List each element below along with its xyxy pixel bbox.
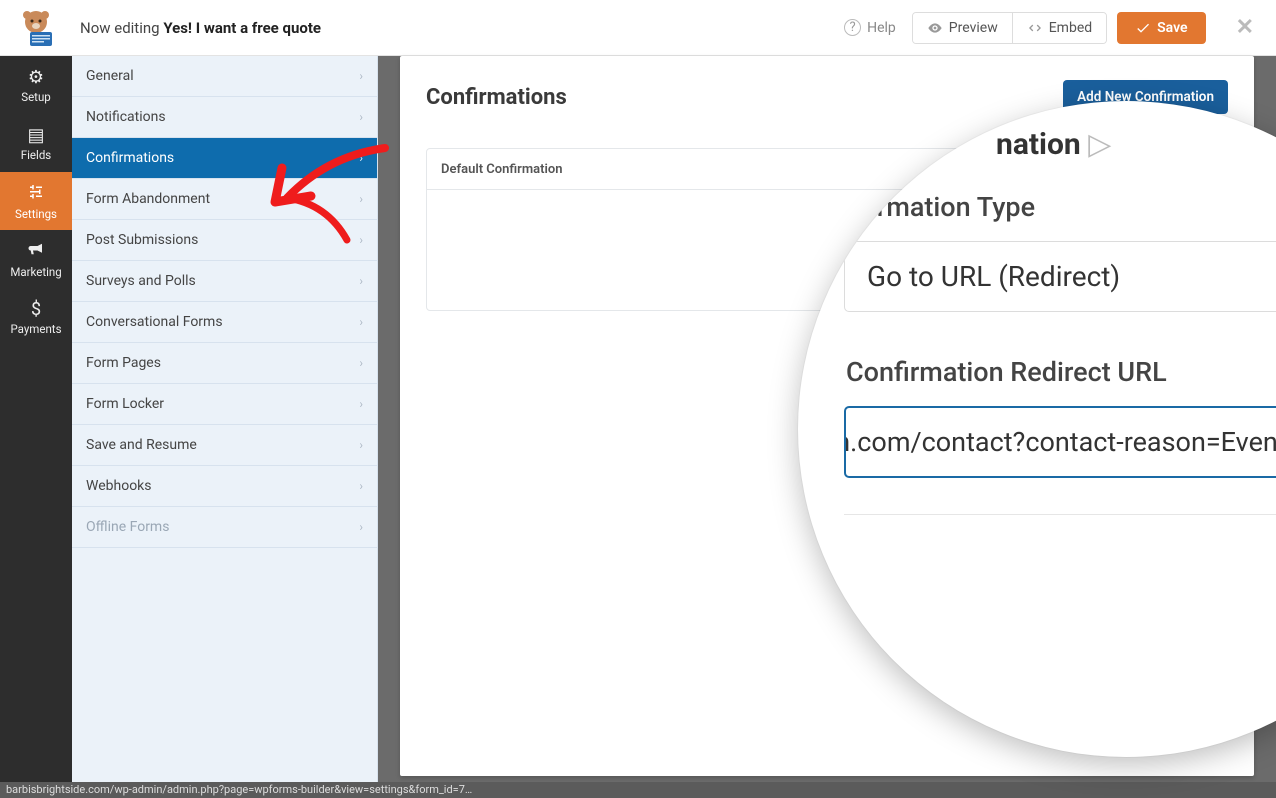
subnav-webhooks[interactable]: Webhooks› <box>72 466 377 507</box>
sliders-icon <box>26 182 46 205</box>
confirmation-url-input[interactable]: ain.com/contact?contact-reason=Events%20 <box>844 406 1276 478</box>
chevron-right-icon: › <box>359 479 363 493</box>
confirmation-url-label: Confirmation Redirect URL <box>846 356 1276 388</box>
chevron-right-icon: › <box>359 397 363 411</box>
chevron-right-icon: › <box>359 233 363 247</box>
confirmation-block-title: Default Confirmation <box>441 162 563 177</box>
preview-embed-group: Preview Embed <box>912 12 1107 44</box>
nav-fields-label: Fields <box>21 148 51 162</box>
editing-title: Now editing Yes! I want a free quote <box>80 19 321 37</box>
nav-setup-label: Setup <box>21 90 51 104</box>
nav-settings[interactable]: Settings <box>0 172 72 230</box>
main-area: Confirmations Add New Confirmation Defau… <box>378 56 1276 798</box>
nav-marketing[interactable]: Marketing <box>0 230 72 288</box>
dollar-icon: $ <box>31 299 41 320</box>
subnav-post-submissions[interactable]: Post Submissions› <box>72 220 377 261</box>
left-nav: ⚙ Setup ▤ Fields Settings Marketing $ <box>0 56 72 798</box>
magnifier-overlay: nation ▷ nfirmation Type Go to URL (Redi… <box>798 101 1276 757</box>
code-icon <box>1027 20 1043 36</box>
save-button[interactable]: Save <box>1117 12 1205 44</box>
subnav-confirmations[interactable]: Confirmations› <box>72 138 377 179</box>
help-button[interactable]: ? Help <box>844 19 896 36</box>
help-label: Help <box>867 20 896 36</box>
bullhorn-icon <box>26 240 46 263</box>
divider <box>844 514 1276 515</box>
close-button[interactable]: ✕ <box>1230 15 1260 40</box>
confirmation-type-select[interactable]: Go to URL (Redirect) <box>844 241 1276 312</box>
subnav-notifications[interactable]: Notifications› <box>72 97 377 138</box>
nav-payments[interactable]: $ Payments <box>0 288 72 346</box>
nav-fields[interactable]: ▤ Fields <box>0 114 72 172</box>
app-logo <box>16 8 56 48</box>
settings-subnav: General› Notifications› Confirmations› F… <box>72 56 378 798</box>
topbar: Now editing Yes! I want a free quote ? H… <box>0 0 1276 56</box>
preview-button[interactable]: Preview <box>913 13 1012 43</box>
save-label: Save <box>1157 20 1187 36</box>
gear-icon: ⚙ <box>28 67 44 88</box>
chevron-right-icon: › <box>359 110 363 124</box>
chevron-right-icon: › <box>359 192 363 206</box>
help-icon: ? <box>844 19 861 36</box>
confirmation-type-label: nfirmation Type <box>846 191 1276 223</box>
nav-setup[interactable]: ⚙ Setup <box>0 56 72 114</box>
eye-icon <box>927 20 943 36</box>
subnav-form-pages[interactable]: Form Pages› <box>72 343 377 384</box>
nav-settings-label: Settings <box>15 207 57 221</box>
subnav-general[interactable]: General› <box>72 56 377 97</box>
top-tools: ? Help Preview Embed Save ✕ <box>844 12 1260 44</box>
nav-payments-label: Payments <box>10 322 61 336</box>
subnav-conversational[interactable]: Conversational Forms› <box>72 302 377 343</box>
chevron-right-icon: › <box>359 438 363 452</box>
embed-label: Embed <box>1049 20 1092 36</box>
preview-label: Preview <box>949 20 998 36</box>
chevron-right-icon: › <box>359 69 363 83</box>
chevron-right-icon: › <box>359 356 363 370</box>
panel-title: Confirmations <box>426 85 567 110</box>
chevron-right-icon: › <box>359 520 363 534</box>
chevron-right-icon: › <box>359 151 363 165</box>
check-icon <box>1135 20 1151 36</box>
subnav-abandonment[interactable]: Form Abandonment› <box>72 179 377 220</box>
chevron-right-icon: › <box>359 315 363 329</box>
subnav-offline[interactable]: Offline Forms› <box>72 507 377 548</box>
subnav-surveys[interactable]: Surveys and Polls› <box>72 261 377 302</box>
status-bar: barbisbrightside.com/wp-admin/admin.php?… <box>0 782 1276 798</box>
embed-button[interactable]: Embed <box>1012 13 1106 43</box>
subnav-save-resume[interactable]: Save and Resume› <box>72 425 377 466</box>
chevron-right-icon: › <box>359 274 363 288</box>
subnav-form-locker[interactable]: Form Locker› <box>72 384 377 425</box>
nav-marketing-label: Marketing <box>10 265 61 279</box>
list-icon: ▤ <box>27 125 44 146</box>
